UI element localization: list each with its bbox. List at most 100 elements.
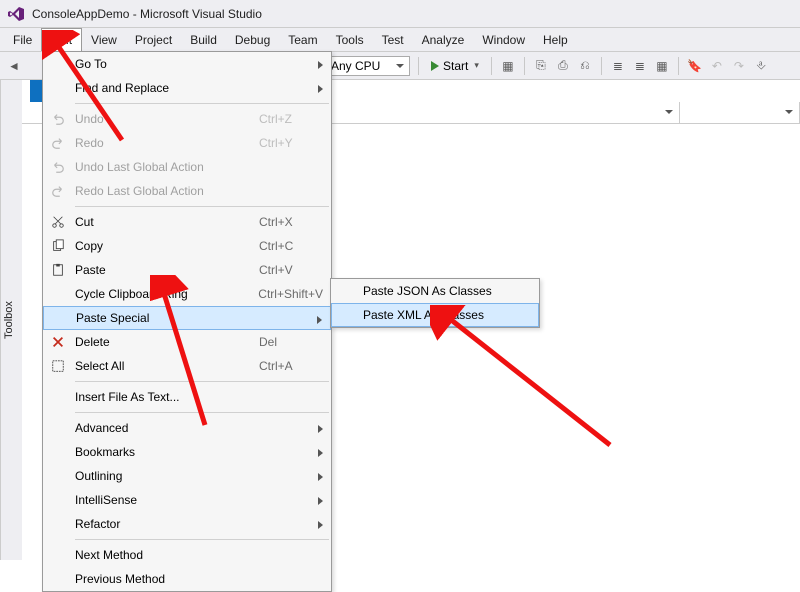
menu-item-delete[interactable]: DeleteDel <box>43 330 331 354</box>
menu-item-cycle-clipboard-ring[interactable]: Cycle Clipboard RingCtrl+Shift+V <box>43 282 331 306</box>
menu-item-refactor[interactable]: Refactor <box>43 512 331 536</box>
menu-item-shortcut: Ctrl+Y <box>247 136 323 150</box>
menu-item-shortcut: Ctrl+X <box>247 215 323 229</box>
submenu-item-paste-json-as-classes[interactable]: Paste JSON As Classes <box>331 279 539 303</box>
menu-item-shortcut: Ctrl+Shift+V <box>246 287 323 301</box>
start-button[interactable]: Start ▾ <box>427 59 483 73</box>
menu-team[interactable]: Team <box>279 28 326 51</box>
chevron-right-icon <box>318 449 323 457</box>
menu-item-shortcut: Ctrl+Z <box>247 112 323 126</box>
menu-item-shortcut: Del <box>247 335 323 349</box>
nav-back-icon[interactable]: ◄ <box>6 58 22 74</box>
menu-item-previous-method[interactable]: Previous Method <box>43 567 331 591</box>
toolbar-icon[interactable]: ▦ <box>500 58 516 74</box>
menu-item-label: Refactor <box>73 517 323 531</box>
separator <box>678 57 679 75</box>
chevron-right-icon <box>317 316 322 324</box>
submenu-item-paste-xml-as-classes[interactable]: Paste XML As Classes <box>331 303 539 327</box>
cut-icon <box>43 215 73 229</box>
bookmark-icon[interactable]: 🔖 <box>687 58 703 74</box>
toolbar-icon[interactable]: ≣ <box>610 58 626 74</box>
menu-separator <box>75 206 329 207</box>
menu-item-label: Paste Special <box>74 311 322 325</box>
toolbar-icon: ↶ <box>709 58 725 74</box>
menu-item-next-method[interactable]: Next Method <box>43 543 331 567</box>
delete-icon <box>43 335 73 349</box>
menu-debug[interactable]: Debug <box>226 28 279 51</box>
redo-icon <box>43 136 73 150</box>
menu-item-intellisense[interactable]: IntelliSense <box>43 488 331 512</box>
menu-item-shortcut: Ctrl+V <box>247 263 323 277</box>
menu-help[interactable]: Help <box>534 28 577 51</box>
toolbar-icon[interactable]: ⎙ <box>555 58 571 74</box>
separator <box>601 57 602 75</box>
menu-separator <box>75 103 329 104</box>
menu-item-label: Cycle Clipboard Ring <box>73 287 246 301</box>
menu-project[interactable]: Project <box>126 28 181 51</box>
select-icon <box>43 359 73 373</box>
toolbar-icon: ↷ <box>731 58 747 74</box>
toolbar-icon[interactable]: ⎀ <box>753 58 769 74</box>
menu-item-label: Go To <box>73 57 323 71</box>
separator <box>418 57 419 75</box>
menu-edit[interactable]: Edit <box>41 28 82 51</box>
menu-window[interactable]: Window <box>473 28 534 51</box>
start-button-label: Start <box>443 59 468 73</box>
menu-item-label: Cut <box>73 215 247 229</box>
menu-item-label: Redo Last Global Action <box>73 184 323 198</box>
menu-separator <box>75 381 329 382</box>
menu-analyze[interactable]: Analyze <box>413 28 474 51</box>
menu-item-undo-last-global-action: Undo Last Global Action <box>43 155 331 179</box>
menu-item-insert-file-as-text-[interactable]: Insert File As Text... <box>43 385 331 409</box>
menu-item-label: Copy <box>73 239 247 253</box>
menu-bar: File Edit View Project Build Debug Team … <box>0 28 800 52</box>
menu-build[interactable]: Build <box>181 28 226 51</box>
menu-separator <box>75 412 329 413</box>
edit-dropdown: Go ToFind and ReplaceUndoCtrl+ZRedoCtrl+… <box>42 51 332 592</box>
toolbar-icon[interactable]: ▦ <box>654 58 670 74</box>
chevron-right-icon <box>318 61 323 69</box>
menu-item-label: Delete <box>73 335 247 349</box>
menu-item-advanced[interactable]: Advanced <box>43 416 331 440</box>
separator <box>524 57 525 75</box>
toolbar-icon[interactable]: ⎘ <box>533 58 549 74</box>
toolbar-icon[interactable]: ⎌ <box>577 58 593 74</box>
menu-test[interactable]: Test <box>373 28 413 51</box>
menu-item-label: IntelliSense <box>73 493 323 507</box>
menu-item-label: Advanced <box>73 421 323 435</box>
copy-icon <box>43 239 73 253</box>
submenu-item-label: Paste JSON As Classes <box>361 284 531 298</box>
menu-item-label: Insert File As Text... <box>73 390 323 404</box>
menu-item-cut[interactable]: CutCtrl+X <box>43 210 331 234</box>
toolbar-icon[interactable]: ≣ <box>632 58 648 74</box>
platform-combo[interactable]: Any CPU <box>324 56 410 76</box>
title-bar: ConsoleAppDemo - Microsoft Visual Studio <box>0 0 800 28</box>
menu-item-select-all[interactable]: Select AllCtrl+A <box>43 354 331 378</box>
menu-item-find-and-replace[interactable]: Find and Replace <box>43 76 331 100</box>
menu-item-copy[interactable]: CopyCtrl+C <box>43 234 331 258</box>
toolbox-tab[interactable]: Toolbox <box>0 80 22 560</box>
menu-item-paste[interactable]: PasteCtrl+V <box>43 258 331 282</box>
menu-item-label: Paste <box>73 263 247 277</box>
menu-tools[interactable]: Tools <box>327 28 373 51</box>
menu-separator <box>75 539 329 540</box>
menu-view[interactable]: View <box>82 28 126 51</box>
menu-item-bookmarks[interactable]: Bookmarks <box>43 440 331 464</box>
undo-icon <box>43 112 73 126</box>
separator <box>491 57 492 75</box>
menu-item-label: Previous Method <box>73 572 323 586</box>
menu-file[interactable]: File <box>4 28 41 51</box>
paste-icon <box>43 263 73 277</box>
chevron-right-icon <box>318 521 323 529</box>
menu-item-paste-special[interactable]: Paste Special <box>43 306 331 330</box>
nav-combo-right[interactable] <box>680 102 800 123</box>
submenu-item-label: Paste XML As Classes <box>361 308 530 322</box>
menu-item-label: Undo <box>73 112 247 126</box>
menu-item-shortcut: Ctrl+C <box>247 239 323 253</box>
menu-item-outlining[interactable]: Outlining <box>43 464 331 488</box>
chevron-right-icon <box>318 473 323 481</box>
menu-item-go-to[interactable]: Go To <box>43 52 331 76</box>
menu-item-label: Find and Replace <box>73 81 323 95</box>
chevron-right-icon <box>318 85 323 93</box>
vs-logo-icon <box>8 6 24 22</box>
